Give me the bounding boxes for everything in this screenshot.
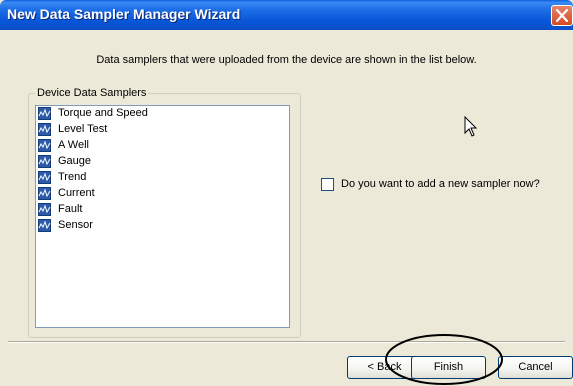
cancel-button[interactable]: Cancel [498,356,573,379]
list-item[interactable]: Trend [36,170,289,186]
list-item-label: A Well [58,139,89,151]
list-item-label: Level Test [58,123,108,135]
list-item[interactable]: Gauge [36,154,289,170]
description-text: Data samplers that were uploaded from th… [96,54,477,66]
title-bar[interactable]: New Data Sampler Manager Wizard [0,0,573,30]
list-item[interactable]: Fault [36,202,289,218]
list-item[interactable]: Torque and Speed [36,106,289,122]
wizard-window: New Data Sampler Manager Wizard Data sam… [0,0,573,386]
list-item-label: Trend [58,171,87,183]
data-sampler-icon [38,187,51,200]
close-button[interactable] [551,5,573,26]
list-item[interactable]: Level Test [36,122,289,138]
data-sampler-icon [38,203,51,216]
window-title: New Data Sampler Manager Wizard [7,6,241,22]
data-sampler-icon [38,123,51,136]
data-sampler-icon [38,219,51,232]
highlight-circle [385,334,503,385]
sampler-listbox[interactable]: Torque and Speed Level Test A Well Gauge… [35,105,290,328]
data-sampler-icon [38,155,51,168]
list-item-label: Fault [58,203,83,215]
device-data-samplers-group: Device Data Samplers Torque and Speed Le… [28,87,301,338]
group-label: Device Data Samplers [35,87,149,99]
list-item[interactable]: Sensor [36,218,289,234]
dialog-body: Data samplers that were uploaded from th… [0,30,573,386]
list-item[interactable]: A Well [36,138,289,154]
mouse-pointer-icon [464,116,478,137]
data-sampler-icon [38,107,51,120]
data-sampler-icon [38,139,51,152]
data-sampler-icon [38,171,51,184]
list-item-label: Current [58,187,95,199]
list-item[interactable]: Current [36,186,289,202]
list-item-label: Torque and Speed [58,107,148,119]
list-item-label: Gauge [58,155,92,167]
close-icon [556,9,568,22]
add-sampler-label[interactable]: Do you want to add a new sampler now? [341,178,540,190]
list-item-label: Sensor [58,219,93,231]
add-sampler-checkbox[interactable] [321,178,334,191]
